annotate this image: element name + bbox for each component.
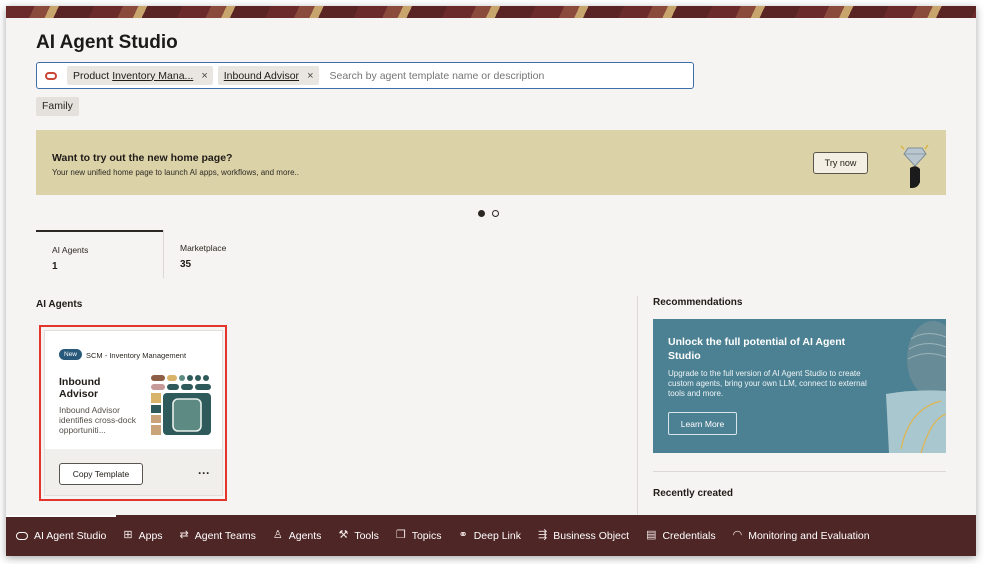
section-divider <box>653 471 946 472</box>
summary-tabs: AI Agents 1 Marketplace 35 <box>36 230 296 278</box>
try-now-button[interactable]: Try now <box>813 152 868 174</box>
tab-ai-agents[interactable]: AI Agents 1 <box>36 230 163 278</box>
nav-label: Deep Link <box>473 529 521 542</box>
tools-icon: ⚒ <box>338 529 349 541</box>
search-input[interactable] <box>329 69 693 82</box>
agents-icon: ♙ <box>272 529 283 541</box>
nav-item-agents[interactable]: ♙ Agents <box>273 530 322 542</box>
card-title[interactable]: Inbound Advisor <box>59 376 139 400</box>
promo-banner: Want to try out the new home page? Your … <box>36 130 946 195</box>
chip-label: Product <box>73 69 110 82</box>
search-bar[interactable]: Product Inventory Mana... × Inbound Advi… <box>36 62 694 89</box>
diamond-hand-icon <box>900 144 929 188</box>
close-icon[interactable]: × <box>201 70 207 82</box>
card-category: SCM - Inventory Management <box>86 351 187 360</box>
nav-label: Credentials <box>662 529 716 542</box>
nav-label: AI Agent Studio <box>34 529 107 542</box>
learn-more-button[interactable]: Learn More <box>668 412 737 435</box>
topics-icon: ❐ <box>395 529 406 541</box>
tab-count: 1 <box>52 261 58 272</box>
inbound-advisor-illustration <box>151 375 211 435</box>
family-filter-chip[interactable]: Family <box>36 97 79 116</box>
column-divider <box>637 296 638 516</box>
nav-label: Monitoring and Evaluation <box>748 529 870 542</box>
app-frame: AI Agent Studio Product Inventory Mana..… <box>6 6 976 556</box>
nav-label: Apps <box>138 529 163 542</box>
apps-grid-icon: ⊞ <box>123 529 133 541</box>
filter-chip-product[interactable]: Product Inventory Mana... × <box>67 66 213 85</box>
more-actions-icon[interactable]: ··· <box>193 463 215 483</box>
decorative-wave-illustration <box>886 321 946 453</box>
new-badge: New <box>59 349 83 360</box>
nav-item-apps[interactable]: ⊞ Apps <box>123 530 162 542</box>
carousel-dot-active[interactable] <box>478 210 485 217</box>
close-icon[interactable]: × <box>307 70 313 82</box>
recommendation-card: Unlock the full potential of AI Agent St… <box>653 319 946 453</box>
filter-chip-agent[interactable]: Inbound Advisor × <box>217 66 319 85</box>
nav-item-credentials[interactable]: ▤ Credentials <box>646 530 716 542</box>
recommendations-title: Recommendations <box>653 297 743 308</box>
recommendation-card-title: Unlock the full potential of AI Agent St… <box>668 336 846 362</box>
nav-item-agent-teams[interactable]: ⇄ Agent Teams <box>180 530 256 542</box>
agent-teams-icon: ⇄ <box>179 529 189 541</box>
copy-template-button[interactable]: Copy Template <box>59 463 143 485</box>
recommendation-card-text: Upgrade to the full version of AI Agent … <box>668 369 867 398</box>
chip-value[interactable]: Inbound Advisor <box>224 70 299 82</box>
nav-label: Agents <box>288 529 322 542</box>
bottom-navigation: AI Agent Studio ⊞ Apps ⇄ Agent Teams ♙ A… <box>6 515 976 556</box>
tab-label: AI Agents <box>52 245 89 255</box>
tab-marketplace[interactable]: Marketplace 35 <box>163 230 290 278</box>
tab-count: 35 <box>180 259 192 270</box>
active-nav-indicator <box>6 515 116 517</box>
nav-item-business-object[interactable]: ⇶ Business Object <box>538 530 629 542</box>
nav-label: Topics <box>411 529 442 542</box>
card-footer: Copy Template ··· <box>45 449 222 495</box>
monitoring-icon: ◠ <box>732 529 743 541</box>
agent-template-card[interactable]: New SCM - Inventory Management Inbound A… <box>44 330 223 496</box>
nav-item-monitoring[interactable]: ◠ Monitoring and Evaluation <box>733 530 870 542</box>
carousel-dots <box>478 210 499 217</box>
page-title: AI Agent Studio <box>36 32 178 53</box>
card-description: Inbound Advisor identifies cross-dock op… <box>59 405 137 435</box>
nav-item-tools[interactable]: ⚒ Tools <box>338 530 378 542</box>
nav-item-ai-agent-studio[interactable]: AI Agent Studio <box>16 530 106 542</box>
ai-agents-section-title: AI Agents <box>36 299 83 310</box>
promo-subtitle: Your new unified home page to launch AI … <box>52 168 299 177</box>
credentials-icon: ▤ <box>646 529 657 541</box>
link-icon: ⚭ <box>458 529 468 541</box>
nav-item-topics[interactable]: ❐ Topics <box>396 530 442 542</box>
tab-label: Marketplace <box>180 243 227 253</box>
oval-icon <box>16 531 28 540</box>
carousel-dot[interactable] <box>492 210 499 217</box>
promo-title: Want to try out the new home page? <box>52 152 233 164</box>
business-object-icon: ⇶ <box>537 529 548 541</box>
nav-label: Agent Teams <box>194 529 256 542</box>
recently-created-title: Recently created <box>653 488 734 499</box>
nav-label: Business Object <box>553 529 630 542</box>
oracle-logo-icon <box>45 71 57 80</box>
nav-item-deep-link[interactable]: ⚭ Deep Link <box>458 530 521 542</box>
chip-value[interactable]: Inventory Mana... <box>112 70 193 82</box>
nav-label: Tools <box>354 529 379 542</box>
decorative-header-banner <box>6 6 976 18</box>
